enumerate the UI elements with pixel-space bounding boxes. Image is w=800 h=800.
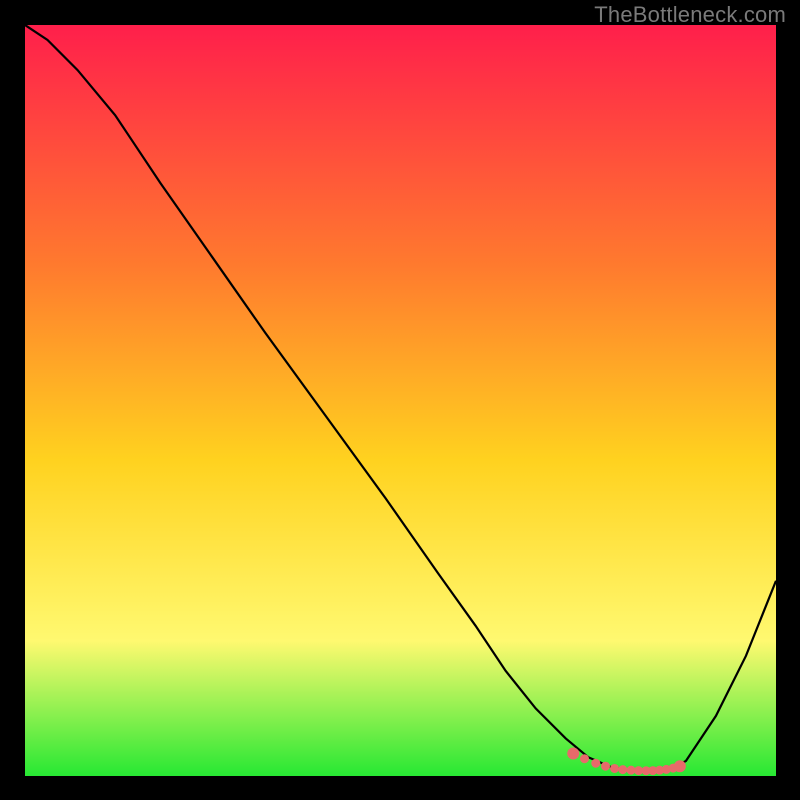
gradient-background (25, 25, 776, 776)
marker-point (610, 764, 619, 773)
marker-point (567, 747, 579, 759)
bottleneck-chart (25, 25, 776, 776)
marker-point (601, 762, 610, 771)
marker-point (591, 759, 600, 768)
marker-point (580, 754, 589, 763)
marker-point (618, 765, 627, 774)
chart-frame: TheBottleneck.com (0, 0, 800, 800)
marker-point (674, 760, 686, 772)
plot-area (25, 25, 776, 776)
